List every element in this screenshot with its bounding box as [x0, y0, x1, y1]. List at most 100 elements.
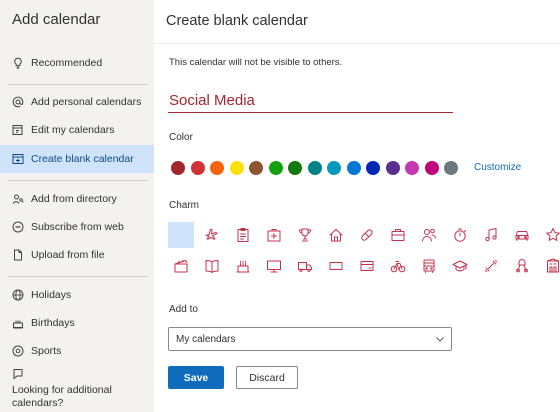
sidebar-item-create-blank-calendar[interactable]: Create blank calendar [0, 145, 154, 173]
airplane-icon [205, 229, 218, 240]
cake-icon [12, 317, 24, 329]
color-swatch[interactable] [346, 161, 361, 175]
charm-option[interactable] [261, 253, 287, 279]
charm-option[interactable] [168, 253, 194, 279]
card-icon [360, 261, 374, 271]
clapperboard-icon [174, 260, 188, 273]
charm-option[interactable] [416, 222, 442, 248]
charm-option[interactable] [230, 222, 256, 248]
color-swatch[interactable] [307, 161, 322, 175]
chevron-down-icon [436, 337, 444, 342]
color-swatch[interactable] [405, 161, 419, 175]
car-icon [515, 231, 529, 241]
link-icon [12, 221, 24, 233]
charm-option[interactable] [230, 253, 256, 279]
sidebar-item-label: Upload from file [31, 249, 105, 261]
charm-option[interactable] [261, 222, 287, 248]
lightbulb-icon [12, 57, 24, 69]
color-swatch[interactable] [424, 161, 439, 175]
at-sign-icon [12, 96, 24, 108]
color-swatch[interactable] [171, 161, 185, 175]
color-label: Color [169, 132, 193, 143]
visibility-note: This calendar will not be visible to oth… [169, 57, 343, 68]
charm-option[interactable] [354, 222, 380, 248]
color-swatch[interactable] [327, 161, 341, 175]
charm-option[interactable] [540, 253, 560, 279]
sidebar-item-subscribe-from-web[interactable]: Subscribe from web [0, 213, 154, 241]
color-swatch[interactable] [385, 161, 400, 175]
charm-option[interactable] [509, 222, 535, 248]
home-icon [329, 229, 343, 242]
scooter-icon [516, 259, 528, 273]
sidebar-item-label: Create blank calendar [31, 153, 134, 165]
charm-option[interactable] [354, 253, 380, 279]
charm-option[interactable] [509, 253, 535, 279]
charm-option[interactable] [323, 222, 349, 248]
charm-option[interactable] [447, 253, 473, 279]
sidebar-item-upload-from-file[interactable]: Upload from file [0, 241, 154, 269]
sidebar-more-label: Looking for additional calendars? [12, 384, 112, 409]
color-swatch[interactable] [444, 161, 458, 175]
discard-button[interactable]: Discard [236, 366, 298, 389]
sidebar-item-label: Add from directory [31, 193, 117, 205]
chat-bubble-icon [12, 368, 24, 380]
document-icon [12, 249, 24, 261]
charm-option[interactable] [292, 253, 318, 279]
add-to-dropdown[interactable]: My calendars [168, 327, 452, 351]
color-swatch[interactable] [229, 161, 244, 175]
truck-icon [298, 262, 312, 272]
color-swatch[interactable] [190, 161, 205, 175]
sidebar-item-label: Birthdays [31, 317, 75, 329]
color-swatch[interactable] [288, 161, 302, 175]
charm-option[interactable] [323, 253, 349, 279]
edit-calendar-icon [12, 124, 24, 136]
charm-option[interactable] [385, 253, 411, 279]
page-title: Create blank calendar [166, 13, 308, 29]
main-panel: Create blank calendar This calendar will… [154, 0, 560, 412]
color-swatch[interactable] [210, 161, 224, 175]
color-swatch[interactable] [268, 161, 283, 175]
building-icon [547, 258, 559, 273]
calendar-add-icon [12, 153, 24, 165]
people-icon [422, 228, 436, 242]
trophy-icon [298, 228, 312, 242]
calendar-name-input[interactable] [168, 88, 453, 113]
color-swatch[interactable] [249, 161, 263, 175]
charm-option[interactable] [447, 222, 473, 248]
charm-option[interactable] [478, 253, 504, 279]
sidebar-item-sports[interactable]: Sports [0, 337, 154, 365]
customize-link[interactable]: Customize [474, 162, 521, 173]
sidebar-item-add-personal-calendars[interactable]: Add personal calendars [0, 88, 154, 116]
people-search-icon [12, 193, 24, 205]
sidebar-item-edit-my-calendars[interactable]: Edit my calendars [0, 116, 154, 144]
charm-option[interactable] [199, 222, 225, 248]
ticket-icon [329, 262, 343, 270]
charm-option[interactable] [385, 222, 411, 248]
charm-option[interactable] [199, 253, 225, 279]
add-to-value: My calendars [176, 334, 236, 345]
sidebar-item-label: Subscribe from web [31, 221, 124, 233]
timer-icon [454, 228, 466, 242]
charm-none-option[interactable] [168, 222, 194, 248]
charm-option[interactable] [292, 222, 318, 248]
sidebar-item-add-from-directory[interactable]: Add from directory [0, 185, 154, 213]
birthday-cake-icon [236, 260, 250, 273]
charm-option[interactable] [540, 222, 560, 248]
sidebar-item-label: Add personal calendars [31, 96, 142, 108]
sidebar-divider [8, 180, 148, 181]
save-button[interactable]: Save [168, 366, 224, 389]
sidebar-title: Add calendar [12, 11, 101, 28]
sidebar-item-label: Edit my calendars [31, 124, 115, 136]
sidebar-item-recommended[interactable]: Recommended [0, 49, 154, 77]
dumbbell-icon [485, 260, 497, 272]
charm-option[interactable] [478, 222, 504, 248]
music-note-icon [485, 228, 497, 242]
add-to-label: Add to [169, 304, 198, 315]
sidebar-item-holidays[interactable]: Holidays [0, 281, 154, 309]
first-aid-icon [267, 229, 281, 242]
book-icon [205, 260, 219, 273]
header-divider [154, 43, 560, 44]
color-swatch[interactable] [366, 161, 380, 175]
sidebar-item-birthdays[interactable]: Birthdays [0, 309, 154, 337]
charm-option[interactable] [416, 253, 442, 279]
